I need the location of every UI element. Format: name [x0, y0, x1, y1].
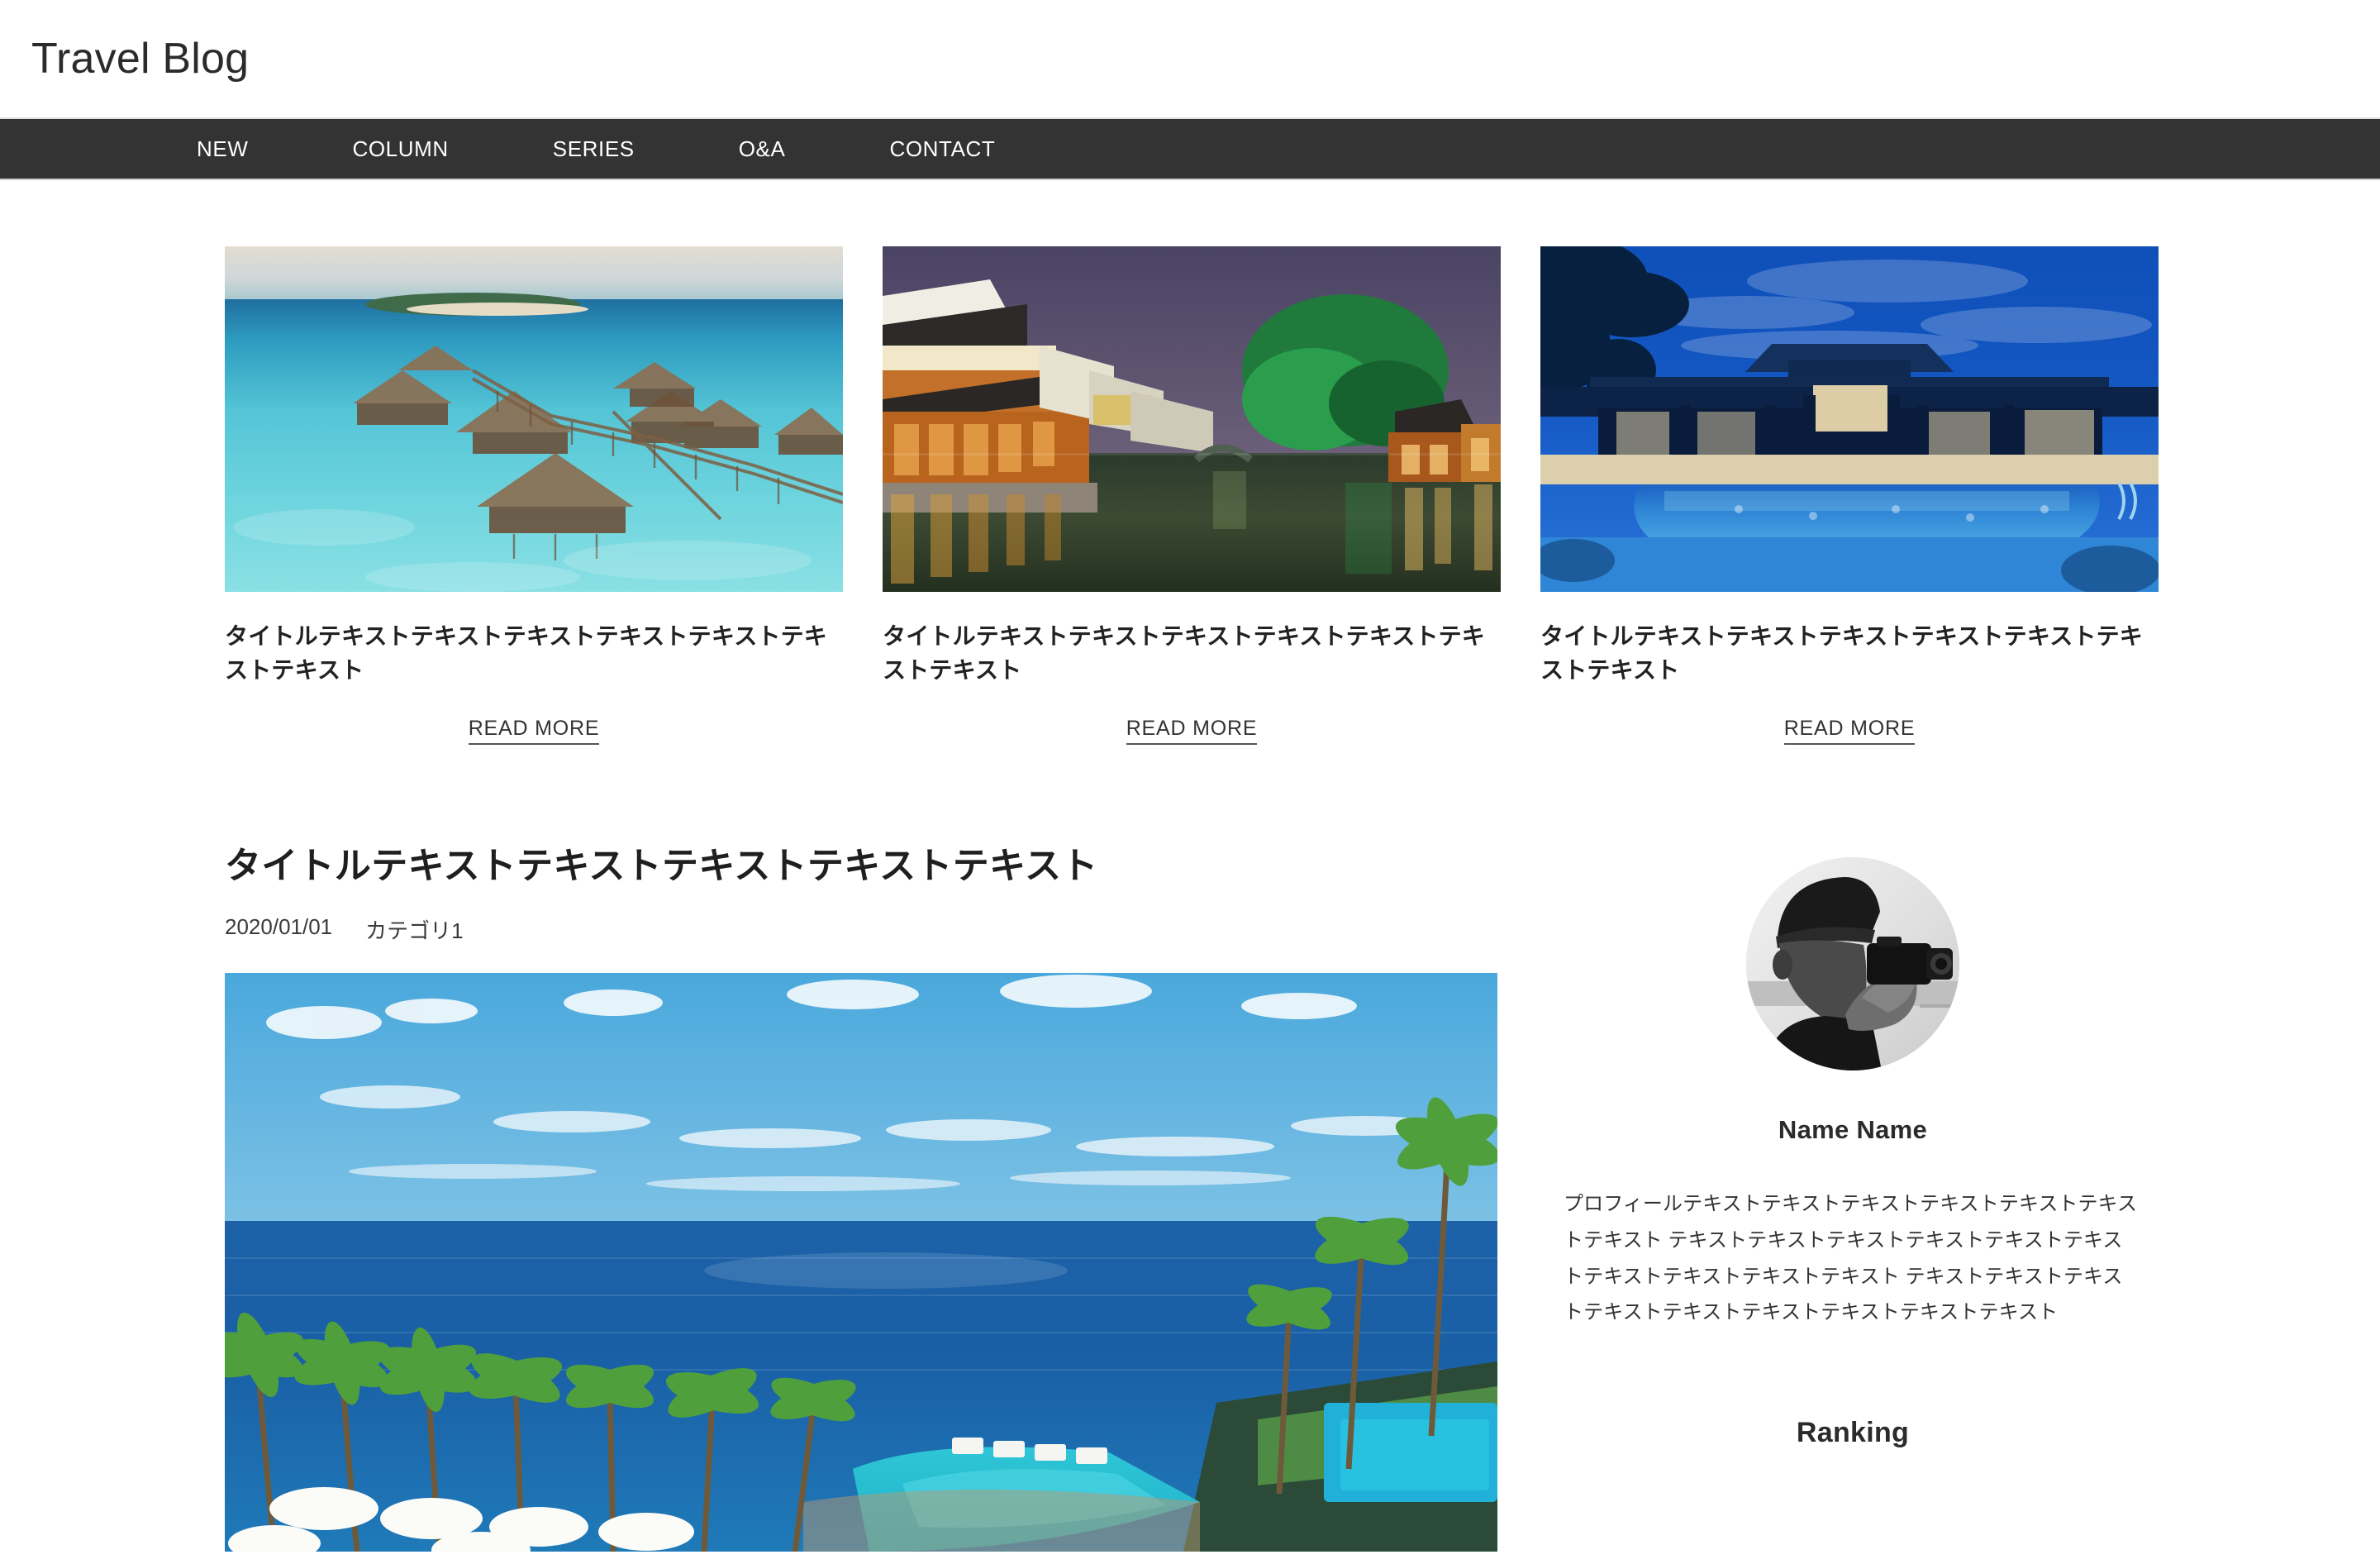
- nav-item-contact[interactable]: CONTACT: [889, 136, 995, 162]
- featured-card: タイトルテキストテキストテキストテキストテキストテキストテキスト READ MO…: [883, 246, 1501, 746]
- featured-card-title[interactable]: タイトルテキストテキストテキストテキストテキストテキストテキスト: [1540, 620, 2159, 687]
- water-town-canal-night-photo[interactable]: [883, 246, 1501, 592]
- site-header: Travel Blog: [0, 0, 2380, 119]
- featured-card-title[interactable]: タイトルテキストテキストテキストテキストテキストテキストテキスト: [883, 620, 1501, 687]
- cliffside-resort-ocean-palms-photo[interactable]: [225, 973, 1497, 1552]
- nav-item-column[interactable]: COLUMN: [352, 136, 448, 162]
- read-more-wrap: READ MORE: [225, 717, 843, 746]
- resort-pool-blue-hour-photo[interactable]: [1540, 246, 2159, 592]
- featured-cards-row: タイトルテキストテキストテキストテキストテキストテキストテキスト READ MO…: [0, 180, 2380, 746]
- featured-card: タイトルテキストテキストテキストテキストテキストテキストテキスト READ MO…: [225, 246, 843, 746]
- sidebar: Name Name プロフィールテキストテキストテキストテキストテキストテキスト…: [1550, 842, 2155, 1552]
- profile-name: Name Name: [1778, 1115, 1928, 1145]
- read-more-link[interactable]: READ MORE: [468, 717, 600, 746]
- nav-item-oa[interactable]: O&A: [739, 136, 786, 162]
- overwater-bungalows-lagoon-photo[interactable]: [225, 246, 843, 592]
- nav-list: NEW COLUMN SERIES O&A CONTACT: [197, 136, 995, 162]
- article-title[interactable]: タイトルテキストテキストテキストテキストテキスト: [225, 842, 1497, 889]
- featured-card: タイトルテキストテキストテキストテキストテキストテキストテキスト READ MO…: [1540, 246, 2159, 746]
- avatar: [1746, 857, 1959, 1071]
- article-meta: 2020/01/01 カテゴリ1: [225, 914, 1497, 945]
- read-more-link[interactable]: READ MORE: [1126, 717, 1258, 746]
- content-wrap: タイトルテキストテキストテキストテキストテキスト 2020/01/01 カテゴリ…: [0, 745, 2380, 1552]
- ranking-heading: Ranking: [1796, 1416, 1910, 1448]
- page-body: タイトルテキストテキストテキストテキストテキストテキストテキスト READ MO…: [0, 180, 2380, 1552]
- article-date: 2020/01/01: [225, 914, 333, 940]
- nav-item-new[interactable]: NEW: [197, 136, 248, 162]
- nav-item-series[interactable]: SERIES: [553, 136, 635, 162]
- profile-box: Name Name プロフィールテキストテキストテキストテキストテキストテキスト…: [1550, 842, 2155, 1449]
- featured-card-title[interactable]: タイトルテキストテキストテキストテキストテキストテキストテキスト: [225, 620, 843, 687]
- read-more-link[interactable]: READ MORE: [1783, 717, 1916, 746]
- profile-text: プロフィールテキストテキストテキストテキストテキストテキストテキスト テキストテ…: [1564, 1193, 2138, 1324]
- read-more-wrap: READ MORE: [883, 717, 1501, 746]
- article-category[interactable]: カテゴリ1: [365, 914, 463, 945]
- read-more-wrap: READ MORE: [1540, 717, 2159, 746]
- site-title[interactable]: Travel Blog: [31, 37, 249, 80]
- main-navigation: NEW COLUMN SERIES O&A CONTACT: [0, 119, 2380, 180]
- main-column: タイトルテキストテキストテキストテキストテキスト 2020/01/01 カテゴリ…: [225, 842, 1497, 1552]
